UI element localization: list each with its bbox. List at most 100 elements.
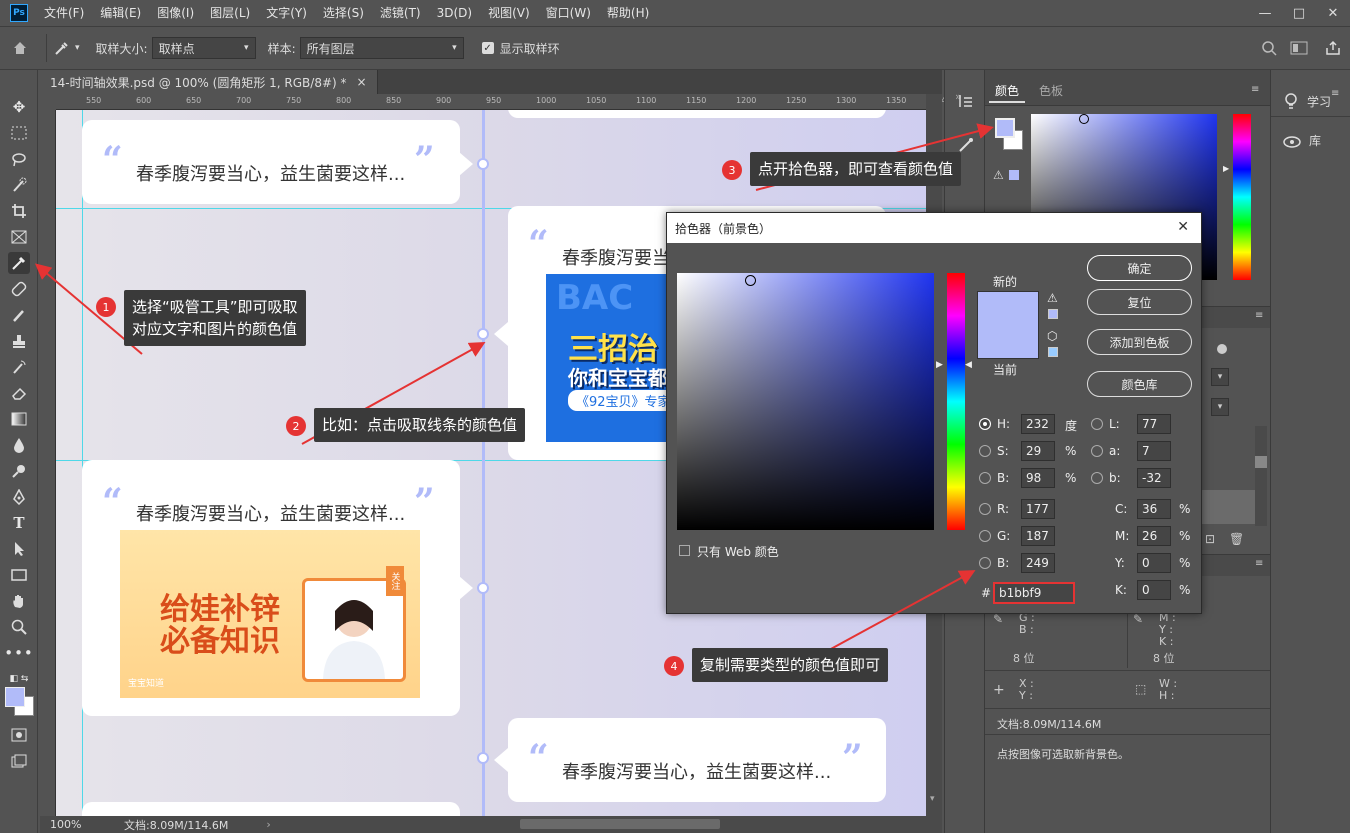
- chevron-right-icon[interactable]: ›: [266, 818, 270, 831]
- radio-l[interactable]: [1091, 418, 1103, 430]
- learn-button[interactable]: 学习: [1283, 92, 1331, 110]
- minimize-button[interactable]: —: [1248, 0, 1282, 26]
- horizontal-scrollbar[interactable]: [520, 819, 720, 829]
- blur-tool-icon[interactable]: [8, 434, 30, 456]
- field-g[interactable]: 187: [1021, 526, 1055, 546]
- path-select-tool-icon[interactable]: [8, 538, 30, 560]
- history-icon[interactable]: [957, 92, 975, 110]
- chevron-down-icon[interactable]: ▾: [930, 794, 935, 804]
- field-m[interactable]: 26: [1137, 526, 1171, 546]
- field-k[interactable]: 0: [1137, 580, 1171, 600]
- menu-window[interactable]: 窗口(W): [538, 0, 599, 26]
- radio-lab-b[interactable]: [1091, 472, 1103, 484]
- layers-scrollbar[interactable]: [1255, 426, 1267, 526]
- home-icon[interactable]: [0, 26, 40, 70]
- field-b[interactable]: 98: [1021, 468, 1055, 488]
- marquee-tool-icon[interactable]: [8, 122, 30, 144]
- menu-help[interactable]: 帮助(H): [599, 0, 657, 26]
- dodge-tool-icon[interactable]: [8, 460, 30, 482]
- menu-file[interactable]: 文件(F): [36, 0, 92, 26]
- toggle-icon[interactable]: [1217, 344, 1227, 354]
- chevron-down-icon[interactable]: ▾: [1211, 368, 1229, 386]
- dialog-close-icon[interactable]: ✕: [1177, 219, 1189, 235]
- color-field[interactable]: [677, 273, 934, 530]
- menu-edit[interactable]: 编辑(E): [92, 0, 149, 26]
- panel-menu-icon[interactable]: ≡: [1251, 84, 1259, 95]
- field-a[interactable]: 7: [1137, 441, 1171, 461]
- crop-tool-icon[interactable]: [8, 200, 30, 222]
- pen-tool-icon[interactable]: [8, 486, 30, 508]
- eyedropper-preset-icon[interactable]: ▾: [53, 39, 80, 57]
- lasso-tool-icon[interactable]: [8, 148, 30, 170]
- hex-field[interactable]: b1bbf9: [993, 582, 1075, 604]
- eyedropper-tool-icon[interactable]: [8, 252, 30, 274]
- sample-select[interactable]: 所有图层 ▾: [299, 37, 464, 59]
- ok-button[interactable]: 确定: [1087, 255, 1192, 281]
- gamut-swatch[interactable]: [1009, 170, 1019, 180]
- share-icon[interactable]: [1316, 40, 1350, 56]
- reset-button[interactable]: 复位: [1087, 289, 1192, 315]
- menu-select[interactable]: 选择(S): [315, 0, 372, 26]
- radio-h[interactable]: [979, 418, 991, 430]
- panel-menu-icon[interactable]: ≡: [1255, 558, 1263, 569]
- hand-tool-icon[interactable]: [8, 590, 30, 612]
- web-safe-swatch[interactable]: [1048, 347, 1058, 357]
- more-tools-icon[interactable]: •••: [4, 642, 33, 664]
- new-layer-icon[interactable]: ⊡: [1205, 532, 1215, 546]
- tab-color[interactable]: 颜色: [989, 80, 1026, 103]
- zoom-tool-icon[interactable]: [8, 616, 30, 638]
- foreground-color-swatch[interactable]: [5, 687, 25, 707]
- radio-g[interactable]: [979, 530, 991, 542]
- field-s[interactable]: 29: [1021, 441, 1055, 461]
- radio-a[interactable]: [1091, 445, 1103, 457]
- sample-size-select[interactable]: 取样点 ▾: [151, 37, 256, 59]
- warning-icon[interactable]: ⚠: [993, 168, 1004, 182]
- zoom-level[interactable]: 100%: [50, 818, 110, 831]
- hue-slider[interactable]: [947, 273, 965, 530]
- menu-layer[interactable]: 图层(L): [202, 0, 258, 26]
- gamut-swatch[interactable]: [1048, 309, 1058, 319]
- hue-slider[interactable]: [1233, 114, 1251, 280]
- eraser-tool-icon[interactable]: [8, 382, 30, 404]
- field-y[interactable]: 0: [1137, 553, 1171, 573]
- move-tool-icon[interactable]: ✥: [8, 96, 30, 118]
- panel-menu-icon[interactable]: ≡: [1255, 310, 1263, 321]
- quick-mask-icon[interactable]: [8, 724, 30, 746]
- type-tool-icon[interactable]: T: [8, 512, 30, 534]
- field-r[interactable]: 177: [1021, 499, 1055, 519]
- history-brush-tool-icon[interactable]: [8, 356, 30, 378]
- chevron-down-icon[interactable]: ▾: [1211, 398, 1229, 416]
- quick-select-tool-icon[interactable]: [8, 174, 30, 196]
- library-button[interactable]: 库: [1283, 132, 1321, 149]
- radio-s[interactable]: [979, 445, 991, 457]
- field-blue[interactable]: 249: [1021, 553, 1055, 573]
- add-to-swatches-button[interactable]: 添加到色板: [1087, 329, 1192, 355]
- maximize-button[interactable]: □: [1282, 0, 1316, 26]
- search-icon[interactable]: [1256, 40, 1282, 56]
- frame-tool-icon[interactable]: [8, 226, 30, 248]
- rectangle-tool-icon[interactable]: [8, 564, 30, 586]
- brush-tool-icon[interactable]: [8, 304, 30, 326]
- menu-image[interactable]: 图像(I): [149, 0, 202, 26]
- menu-view[interactable]: 视图(V): [480, 0, 538, 26]
- gamut-warning-icon[interactable]: ⚠: [1047, 291, 1058, 305]
- stamp-tool-icon[interactable]: [8, 330, 30, 352]
- trash-icon[interactable]: 🗑: [1229, 532, 1244, 546]
- menu-filter[interactable]: 滤镜(T): [372, 0, 429, 26]
- field-lab-b[interactable]: -32: [1137, 468, 1171, 488]
- gradient-tool-icon[interactable]: [8, 408, 30, 430]
- radio-blue[interactable]: [979, 557, 991, 569]
- web-only-checkbox[interactable]: [679, 545, 690, 556]
- field-l[interactable]: 77: [1137, 414, 1171, 434]
- foreground-color-swatch[interactable]: [995, 118, 1015, 138]
- radio-b[interactable]: [979, 472, 991, 484]
- field-h[interactable]: 232: [1021, 414, 1055, 434]
- field-c[interactable]: 36: [1137, 499, 1171, 519]
- document-tab[interactable]: 14-时间轴效果.psd @ 100% (圆角矩形 1, RGB/8#) * ×: [40, 70, 378, 94]
- workspace-icon[interactable]: [1282, 41, 1316, 55]
- web-safe-cube-icon[interactable]: ⬡: [1047, 329, 1057, 343]
- tab-swatches[interactable]: 色板: [1033, 80, 1069, 101]
- tab-close-icon[interactable]: ×: [357, 75, 367, 89]
- show-ring-checkbox[interactable]: ✓: [481, 42, 494, 54]
- menu-type[interactable]: 文字(Y): [258, 0, 315, 26]
